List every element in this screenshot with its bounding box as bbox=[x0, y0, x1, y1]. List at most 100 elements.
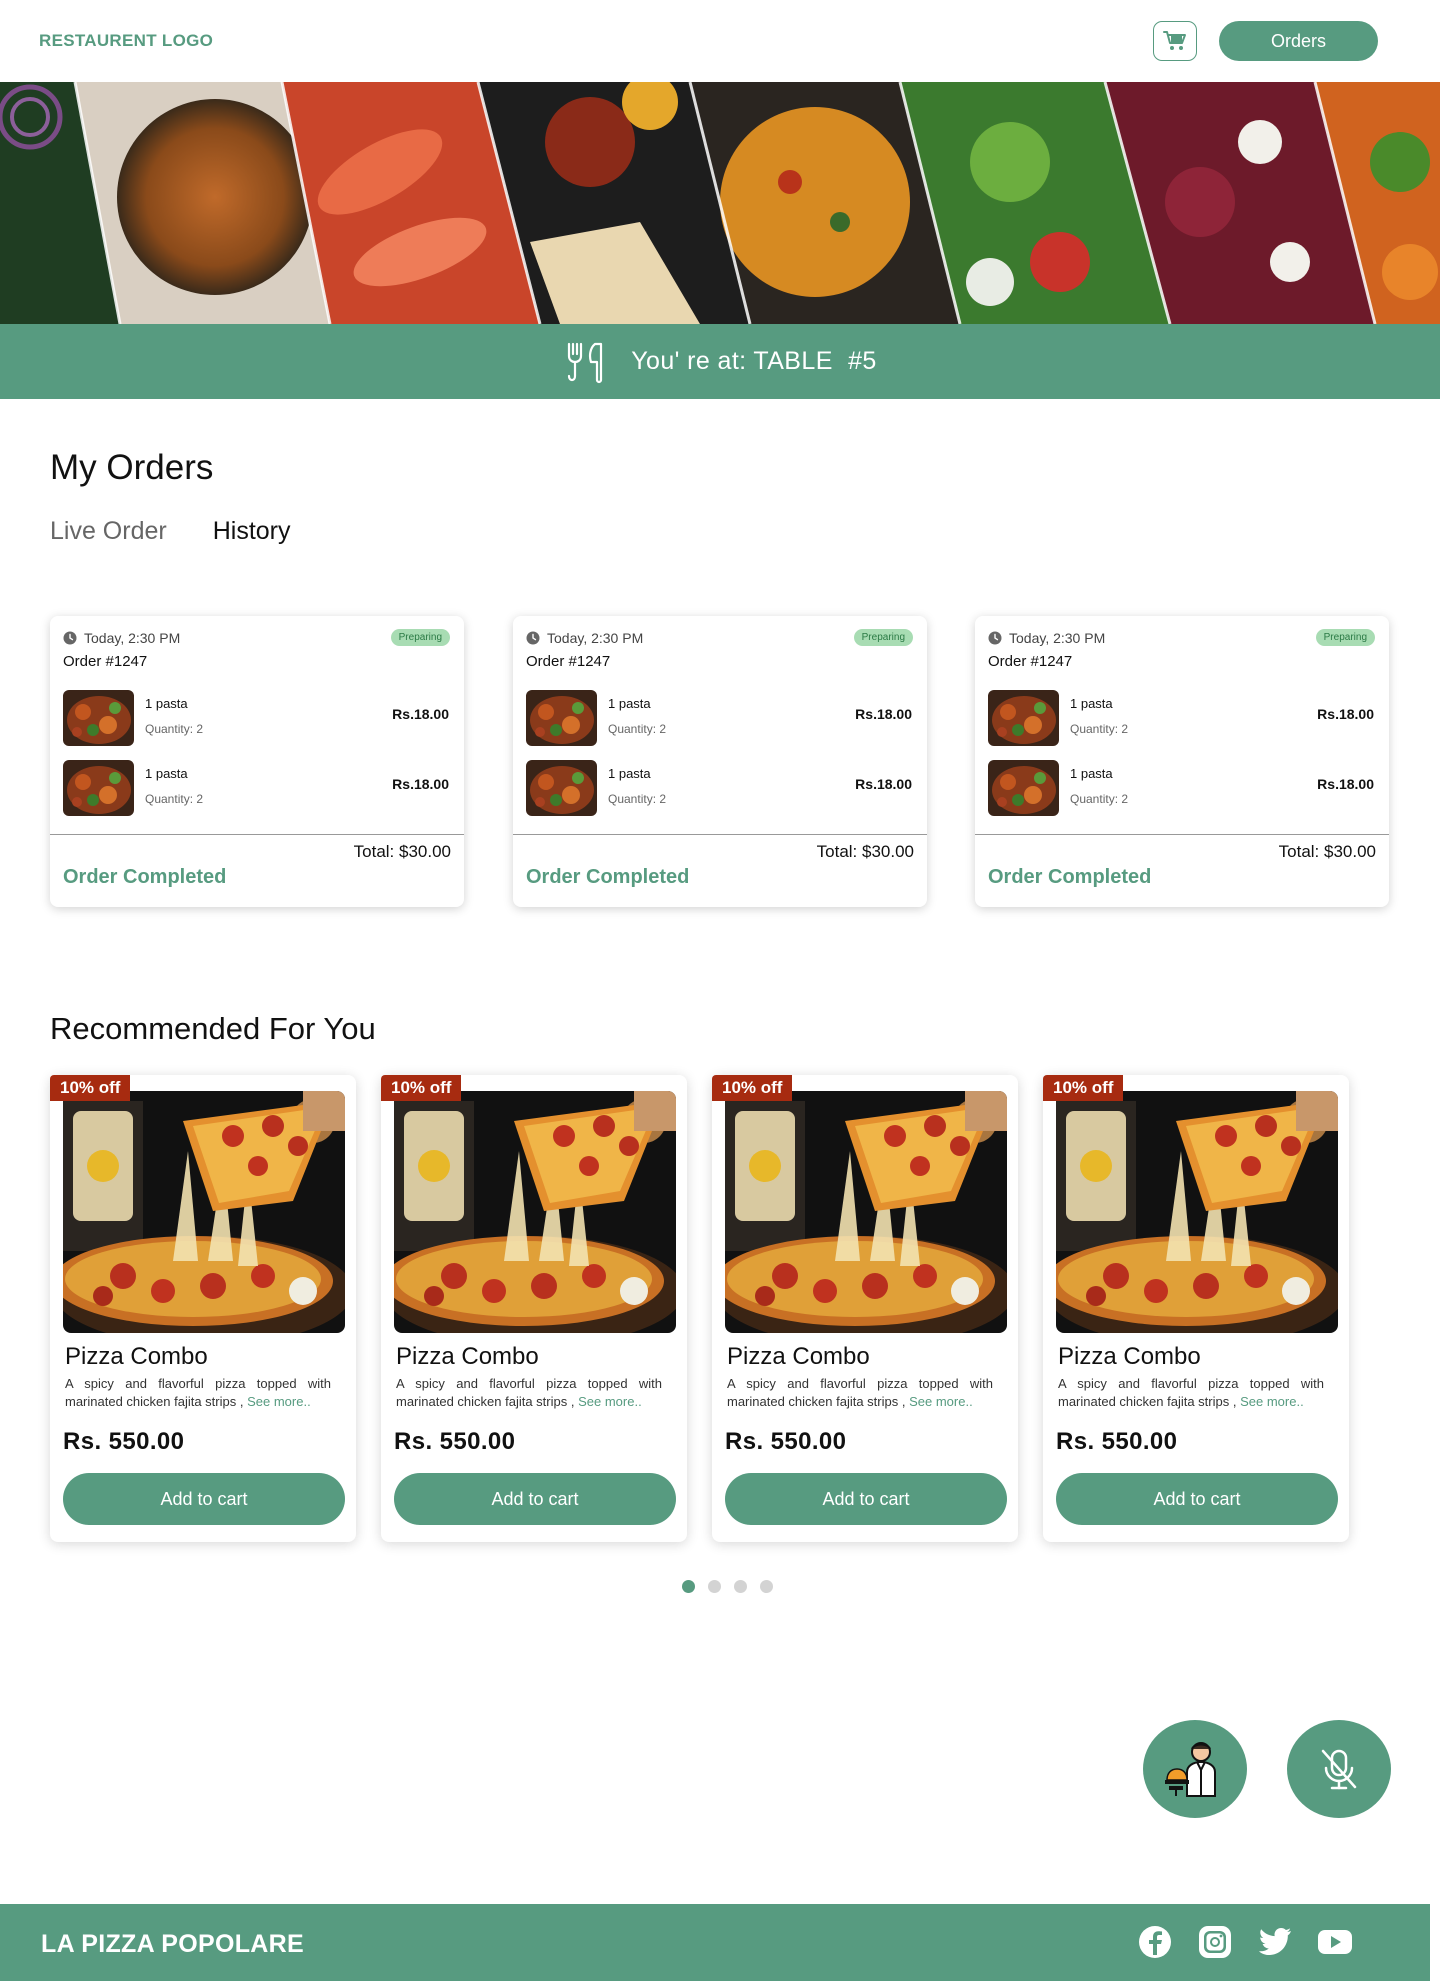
product-description: A spicy and flavorful pizza topped with … bbox=[396, 1375, 662, 1411]
cart-button[interactable] bbox=[1153, 21, 1197, 61]
facebook-icon[interactable] bbox=[1137, 1924, 1173, 1960]
order-item-image bbox=[526, 690, 597, 746]
footer-brand: LA PIZZA POPOLARE bbox=[41, 1930, 304, 1958]
see-more-link[interactable]: See more.. bbox=[1240, 1394, 1304, 1409]
order-number: Order #1247 bbox=[526, 653, 611, 670]
order-item-price: Rs.18.00 bbox=[392, 776, 449, 792]
add-to-cart-button[interactable]: Add to cart bbox=[394, 1473, 676, 1525]
status-badge: Preparing bbox=[390, 629, 450, 646]
order-item: 1 pasta Quantity: 2 Rs.18.00 bbox=[988, 690, 1376, 746]
product-image[interactable] bbox=[1056, 1091, 1338, 1333]
table-label: You' re at: TABLE #5 bbox=[631, 347, 876, 376]
youtube-icon[interactable] bbox=[1317, 1924, 1353, 1960]
product-price: Rs. 550.00 bbox=[725, 1428, 847, 1455]
product-price: Rs. 550.00 bbox=[63, 1428, 185, 1455]
carousel-dot[interactable] bbox=[708, 1580, 721, 1593]
order-total: Total: $30.00 bbox=[816, 842, 914, 861]
add-to-cart-button[interactable]: Add to cart bbox=[1056, 1473, 1338, 1525]
add-to-cart-button[interactable]: Add to cart bbox=[725, 1473, 1007, 1525]
product-description: A spicy and flavorful pizza topped with … bbox=[1058, 1375, 1324, 1411]
status-badge: Preparing bbox=[1315, 629, 1375, 646]
clock-icon bbox=[63, 631, 77, 645]
discount-badge: 10% off bbox=[50, 1075, 131, 1101]
order-status: Order Completed bbox=[988, 866, 1152, 888]
order-item-price: Rs.18.00 bbox=[855, 776, 912, 792]
order-item-name: 1 pasta bbox=[608, 766, 651, 781]
twitter-icon[interactable] bbox=[1257, 1924, 1293, 1960]
order-number: Order #1247 bbox=[63, 653, 148, 670]
order-number: Order #1247 bbox=[988, 653, 1073, 670]
order-time-text: Today, 2:30 PM bbox=[547, 630, 644, 646]
table-info-bar: You' re at: TABLE #5 bbox=[0, 324, 1440, 399]
footer: LA PIZZA POPOLARE bbox=[0, 1904, 1430, 1981]
order-item-price: Rs.18.00 bbox=[1317, 706, 1374, 722]
order-card[interactable]: Today, 2:30 PM Preparing Order #1247 1 p… bbox=[50, 616, 464, 907]
see-more-link[interactable]: See more.. bbox=[578, 1394, 642, 1409]
order-item: 1 pasta Quantity: 2 Rs.18.00 bbox=[988, 760, 1376, 816]
orders-tabs: Live Order History bbox=[50, 517, 291, 546]
carousel-dots bbox=[682, 1580, 773, 1593]
order-item-quantity: Quantity: 2 bbox=[608, 722, 667, 736]
product-price: Rs. 550.00 bbox=[394, 1428, 516, 1455]
product-name: Pizza Combo bbox=[65, 1343, 208, 1370]
order-item-image bbox=[63, 760, 134, 816]
discount-badge: 10% off bbox=[381, 1075, 462, 1101]
order-item-image bbox=[988, 760, 1059, 816]
order-status: Order Completed bbox=[63, 866, 227, 888]
order-item-quantity: Quantity: 2 bbox=[1070, 722, 1129, 736]
order-card[interactable]: Today, 2:30 PM Preparing Order #1247 1 p… bbox=[513, 616, 927, 907]
cart-icon bbox=[1163, 31, 1186, 50]
product-description: A spicy and flavorful pizza topped with … bbox=[65, 1375, 331, 1411]
carousel-dot[interactable] bbox=[734, 1580, 747, 1593]
product-image[interactable] bbox=[725, 1091, 1007, 1333]
order-time-text: Today, 2:30 PM bbox=[84, 630, 181, 646]
clock-icon bbox=[526, 631, 540, 645]
order-time: Today, 2:30 PM bbox=[526, 630, 643, 646]
order-item-quantity: Quantity: 2 bbox=[145, 792, 204, 806]
product-description: A spicy and flavorful pizza topped with … bbox=[727, 1375, 993, 1411]
order-total: Total: $30.00 bbox=[353, 842, 451, 861]
product-image[interactable] bbox=[63, 1091, 345, 1333]
product-card[interactable]: 10% off Pizza Combo A spicy and flavorfu… bbox=[712, 1075, 1018, 1542]
order-item: 1 pasta Quantity: 2 Rs.18.00 bbox=[63, 690, 451, 746]
order-item-price: Rs.18.00 bbox=[855, 706, 912, 722]
product-image[interactable] bbox=[394, 1091, 676, 1333]
see-more-link[interactable]: See more.. bbox=[247, 1394, 311, 1409]
order-item: 1 pasta Quantity: 2 Rs.18.00 bbox=[526, 690, 914, 746]
order-item-image bbox=[988, 690, 1059, 746]
product-card[interactable]: 10% off Pizza Combo A spicy and flavorfu… bbox=[1043, 1075, 1349, 1542]
tab-live-order[interactable]: Live Order bbox=[50, 517, 167, 546]
order-item-name: 1 pasta bbox=[1070, 696, 1113, 711]
call-waiter-button[interactable] bbox=[1143, 1720, 1247, 1818]
restaurant-logo[interactable]: RESTAURENT LOGO bbox=[39, 31, 213, 51]
order-item: 1 pasta Quantity: 2 Rs.18.00 bbox=[526, 760, 914, 816]
see-more-link[interactable]: See more.. bbox=[909, 1394, 973, 1409]
order-card[interactable]: Today, 2:30 PM Preparing Order #1247 1 p… bbox=[975, 616, 1389, 907]
orders-button[interactable]: Orders bbox=[1219, 21, 1378, 61]
carousel-dot[interactable] bbox=[760, 1580, 773, 1593]
fork-knife-icon bbox=[568, 342, 603, 383]
product-card[interactable]: 10% off Pizza Combo A spicy and flavorfu… bbox=[50, 1075, 356, 1542]
order-item-image bbox=[63, 690, 134, 746]
order-item-quantity: Quantity: 2 bbox=[145, 722, 204, 736]
product-card[interactable]: 10% off Pizza Combo A spicy and flavorfu… bbox=[381, 1075, 687, 1542]
mic-toggle-button[interactable] bbox=[1287, 1720, 1391, 1818]
table-label-text: You' re at: TABLE bbox=[631, 347, 833, 375]
my-orders-title: My Orders bbox=[50, 448, 214, 487]
order-time: Today, 2:30 PM bbox=[63, 630, 180, 646]
order-time-text: Today, 2:30 PM bbox=[1009, 630, 1106, 646]
add-to-cart-button[interactable]: Add to cart bbox=[63, 1473, 345, 1525]
carousel-dot[interactable] bbox=[682, 1580, 695, 1593]
order-item: 1 pasta Quantity: 2 Rs.18.00 bbox=[63, 760, 451, 816]
order-item-name: 1 pasta bbox=[1070, 766, 1113, 781]
order-item-name: 1 pasta bbox=[145, 766, 188, 781]
instagram-icon[interactable] bbox=[1197, 1924, 1233, 1960]
tab-history[interactable]: History bbox=[213, 517, 291, 546]
order-item-quantity: Quantity: 2 bbox=[608, 792, 667, 806]
waiter-icon bbox=[1165, 1742, 1216, 1797]
order-item-quantity: Quantity: 2 bbox=[1070, 792, 1129, 806]
recommended-title: Recommended For You bbox=[50, 1011, 376, 1046]
order-item-price: Rs.18.00 bbox=[1317, 776, 1374, 792]
divider bbox=[50, 834, 464, 835]
order-total: Total: $30.00 bbox=[1278, 842, 1376, 861]
